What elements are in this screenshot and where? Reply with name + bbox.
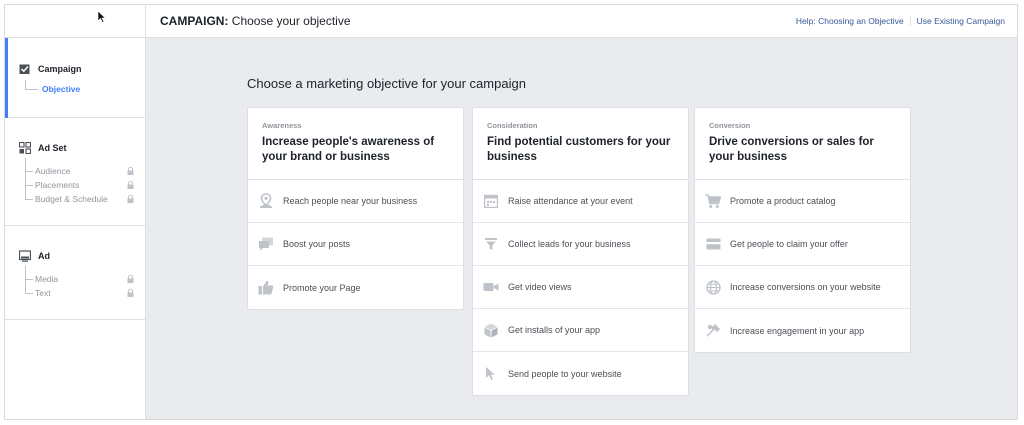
objective-option[interactable]: Boost your posts [248,223,463,266]
tree-tick [25,279,33,280]
column-header: Conversion Drive conversions or sales fo… [695,108,910,180]
option-label: Increase conversions on your website [730,282,881,292]
page-title: CAMPAIGN: Choose your objective [160,14,351,28]
option-label: Collect leads for your business [508,239,631,249]
option-label: Raise attendance at your event [508,196,633,206]
thumbs-up-icon [258,280,274,296]
globe-icon [705,279,721,295]
tree-tick [25,171,33,172]
sidebar-campaign-section[interactable]: Campaign Objective [5,38,145,118]
active-indicator [5,38,8,118]
column-heading: Drive conversions or sales for your busi… [709,136,874,163]
box-icon [483,322,499,338]
page-title-rest: Choose your objective [228,14,351,28]
monitor-icon [19,250,31,262]
sidebar: Campaign Objective Ad Set Audience Place… [5,5,146,419]
objective-column-awareness: Awareness Increase people's awareness of… [247,107,464,310]
objective-option[interactable]: Get video views [473,266,688,309]
lock-icon [127,167,134,175]
objective-option[interactable]: Increase engagement in your app [695,309,910,352]
funnel-icon [483,236,499,252]
video-camera-icon [483,279,499,295]
sidebar-item-label: Ad [38,251,50,261]
column-kicker: Conversion [709,121,751,130]
lock-icon [127,289,134,297]
column-kicker: Consideration [487,121,538,130]
option-label: Increase engagement in your app [730,325,865,336]
sidebar-item-audience: Audience [35,166,71,176]
sidebar-item-media: Media [35,274,59,284]
tree-line [25,80,26,89]
tree-tick [25,293,33,294]
objective-option[interactable]: Raise attendance at your event [473,180,688,223]
column-header: Consideration Find potential customers f… [473,108,688,180]
sidebar-item-objective[interactable]: Objective [42,84,80,94]
objective-option[interactable]: Promote a product catalog [695,180,910,223]
column-kicker: Awareness [262,121,302,130]
option-label: Reach people near your business [283,196,418,206]
column-heading: Increase people's awareness of your bran… [262,136,435,163]
use-existing-campaign-link[interactable]: Use Existing Campaign [917,16,1005,26]
app-window: Campaign Objective Ad Set Audience Place… [4,4,1018,420]
tree-line [25,158,26,199]
column-header: Awareness Increase people's awareness of… [248,108,463,180]
app-engagement-icon [705,323,721,339]
column-heading: Find potential customers for your busine… [487,136,671,163]
objective-option[interactable]: Get people to claim your offer [695,223,910,266]
sidebar-ad-section: Ad Media Text [5,226,145,320]
tree-tick [25,89,38,90]
objective-option[interactable]: Get installs of your app [473,309,688,352]
sidebar-item-label: Campaign [38,64,82,74]
option-label: Promote a product catalog [730,196,836,206]
sidebar-item-placements: Placements [35,180,80,190]
option-label: Send people to your website [508,368,622,379]
option-label: Get installs of your app [508,325,601,335]
option-label: Get people to claim your offer [730,239,848,249]
sidebar-top [5,5,145,38]
help-link[interactable]: Help: Choosing an Objective [796,16,904,26]
top-header: CAMPAIGN: Choose your objective Help: Ch… [146,5,1017,38]
sidebar-item-adset[interactable]: Ad Set [19,142,67,154]
header-links: Help: Choosing an Objective Use Existing… [796,16,1005,26]
sidebar-item-ad[interactable]: Ad [19,250,50,262]
tree-tick [25,185,33,186]
objective-option[interactable]: Increase conversions on your website [695,266,910,309]
mouse-cursor-icon [97,10,106,23]
objective-heading: Choose a marketing objective for your ca… [247,76,526,91]
tree-tick [25,199,33,200]
objective-option[interactable]: Reach people near your business [248,180,463,223]
sidebar-adset-section: Ad Set Audience Placements Budget & Sche… [5,118,145,226]
lock-icon [127,195,134,203]
objective-option[interactable]: Promote your Page [248,266,463,309]
sidebar-item-budget-schedule: Budget & Schedule [35,194,108,204]
option-label: Promote your Page [283,282,361,293]
location-pin-icon [258,193,274,209]
shopping-cart-icon [705,193,721,209]
sidebar-item-label: Ad Set [38,143,67,153]
offer-card-icon [705,236,721,252]
calendar-icon [483,193,499,209]
objective-column-consideration: Consideration Find potential customers f… [472,107,689,396]
link-divider [909,16,911,26]
speech-bubbles-icon [258,236,274,252]
sidebar-item-text: Text [35,288,51,298]
cursor-icon [483,366,499,382]
checkbox-icon [19,64,30,74]
page-title-strong: CAMPAIGN: [160,14,229,28]
objective-option[interactable]: Collect leads for your business [473,223,688,266]
lock-icon [127,275,134,283]
objective-column-conversion: Conversion Drive conversions or sales fo… [694,107,911,353]
option-label: Boost your posts [283,239,351,249]
grid-icon [19,142,31,154]
objective-option[interactable]: Send people to your website [473,352,688,395]
lock-icon [127,181,134,189]
sidebar-item-campaign[interactable]: Campaign [19,63,82,75]
option-label: Get video views [508,282,572,292]
